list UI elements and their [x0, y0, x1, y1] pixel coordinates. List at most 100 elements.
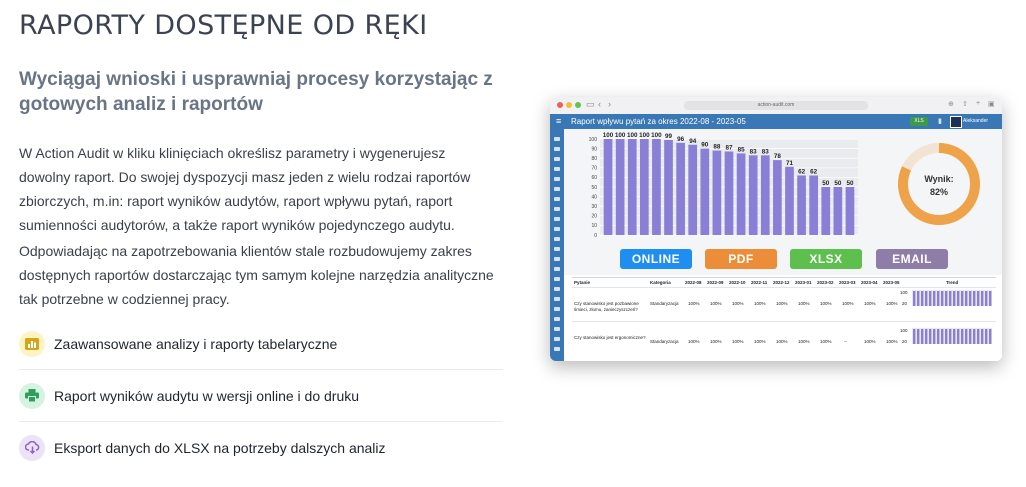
forward-icon: ›	[608, 99, 611, 109]
bar	[797, 175, 806, 235]
bar	[615, 139, 625, 235]
sidebar-icon	[554, 237, 560, 241]
sparkline-bar	[925, 291, 928, 306]
bar	[627, 139, 637, 235]
table-header: Kategoria	[650, 280, 671, 285]
back-icon: ‹	[598, 99, 601, 109]
feature-item-print: Raport wyników audytu w wersji online i …	[19, 370, 503, 422]
data-label: 50	[822, 180, 830, 187]
table-header: 2023-04	[861, 280, 878, 285]
table-header: 2022-09	[707, 280, 724, 285]
sparkline-bar	[945, 329, 948, 344]
y-tick-label: 40	[591, 194, 597, 200]
table-cell: 100%	[710, 301, 722, 306]
sparkline-bar	[945, 291, 948, 306]
table-header: 2023-05	[883, 280, 900, 285]
row-category: Standaryzacja	[650, 301, 679, 306]
table-cell: 100%	[886, 339, 898, 344]
data-label: 100	[627, 132, 638, 139]
bar	[700, 148, 710, 235]
row-category: Standaryzacja	[650, 339, 679, 344]
table-header: 2023-02	[817, 280, 834, 285]
sparkline-bar	[961, 329, 964, 344]
table-header: 2023-01	[795, 280, 812, 285]
trend-tick: 100	[900, 290, 908, 295]
sparkline-bar	[985, 329, 988, 344]
sparkline-bar	[985, 291, 988, 306]
data-label: 83	[750, 148, 758, 155]
sparkline-bar	[957, 329, 960, 344]
sidebar-icon	[554, 347, 560, 351]
table-cell: 100%	[710, 339, 722, 344]
email-format-button[interactable]: EMAIL	[876, 249, 948, 269]
table-cell: 100%	[688, 301, 700, 306]
data-label: 88	[713, 144, 721, 151]
trend-tick: 20	[902, 301, 908, 306]
bar	[639, 139, 649, 235]
sparkline-bar	[949, 329, 952, 344]
sidebar-icon	[554, 327, 560, 331]
table-header: 2022-08	[685, 280, 702, 285]
trend-sparkline	[912, 328, 992, 344]
y-tick-label: 90	[591, 146, 597, 152]
sparkline-bar	[913, 329, 916, 344]
new-tab-icon: +	[976, 100, 981, 107]
data-label: 85	[738, 146, 746, 153]
feature-label: Raport wyników audytu w wersji online i …	[54, 387, 360, 404]
sparkline-bar	[965, 291, 968, 306]
y-tick-label: 10	[591, 223, 597, 229]
data-label: 94	[689, 138, 697, 145]
y-tick-label: 30	[591, 204, 597, 210]
table-cell: 100%	[820, 339, 832, 344]
sidebar-icon	[554, 307, 560, 311]
table-cell: 100%	[820, 301, 832, 306]
sparkline-bar	[917, 291, 920, 306]
online-format-button[interactable]: ONLINE	[620, 249, 692, 269]
sparkline-bar	[965, 329, 968, 344]
table-cell: 100%	[864, 301, 876, 306]
pdf-format-button[interactable]: PDF	[705, 249, 777, 269]
data-label: 71	[786, 160, 794, 167]
y-tick-label: 0	[594, 233, 597, 239]
section-subtitle: Wyciągaj wnioski i usprawniaj procesy ko…	[19, 69, 493, 115]
table-header: 2022-11	[751, 280, 768, 285]
data-label: 50	[834, 180, 842, 187]
sidebar-icon	[554, 167, 560, 171]
sidebar-icon	[554, 337, 560, 341]
bar	[785, 166, 794, 235]
bar	[760, 155, 770, 235]
sidebar-icon	[554, 317, 560, 321]
data-label: 78	[774, 153, 782, 160]
table-cell: --	[844, 339, 847, 344]
sparkline-bar	[929, 291, 932, 306]
sidebar-toggle-icon: ▭	[586, 99, 595, 109]
sparkline-bar	[989, 291, 992, 306]
table-cell: 100%	[688, 339, 700, 344]
table-cell: 100%	[864, 339, 876, 344]
sparkline-bar	[977, 329, 980, 344]
sparkline-bar	[969, 329, 972, 344]
sparkline-bar	[953, 291, 956, 306]
sparkline-bar	[973, 291, 976, 306]
bar	[712, 150, 722, 235]
feature-list: Zaawansowane analizy i raporty tabelaryc…	[19, 318, 503, 473]
sidebar-icon	[554, 287, 560, 291]
sparkline-bar	[969, 291, 972, 306]
bar	[676, 142, 685, 235]
feature-item-analytics: Zaawansowane analizy i raporty tabelaryc…	[19, 318, 503, 370]
menu-icon: ≡	[556, 116, 562, 126]
report-title: Raport wpływu pytań za okres 2022-08 - 2…	[571, 117, 746, 126]
score-label-wrap: Wynik: 82%	[896, 173, 982, 199]
sparkline-bar	[937, 291, 940, 306]
sidebar-icon	[554, 247, 560, 251]
xlsx-format-button[interactable]: XLSX	[790, 249, 862, 269]
sparkline-background	[912, 328, 992, 344]
sparkline-bar	[921, 329, 924, 344]
sidebar-icon	[554, 157, 560, 161]
bar	[833, 187, 843, 235]
sparkline-bar	[941, 329, 944, 344]
table-cell: 100%	[776, 339, 788, 344]
user-name: Aleksander	[963, 118, 989, 124]
data-label: 62	[798, 168, 806, 175]
sidebar-icon	[554, 137, 560, 141]
